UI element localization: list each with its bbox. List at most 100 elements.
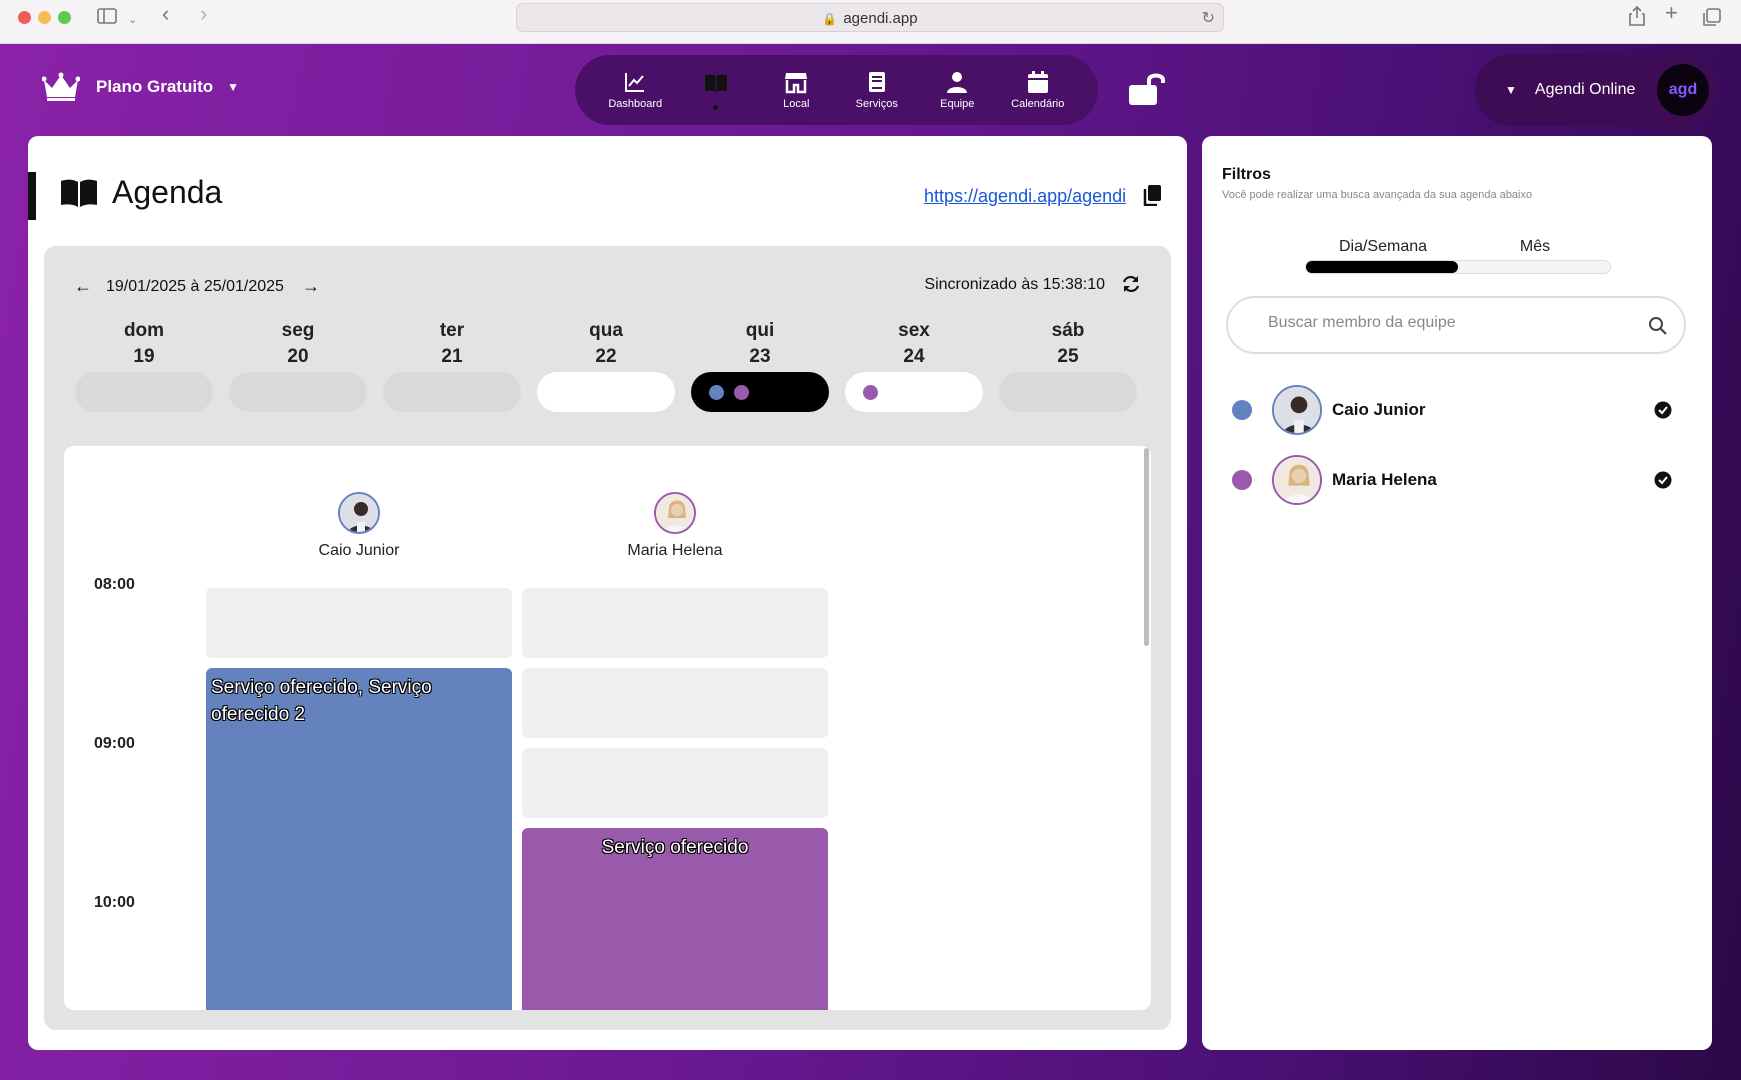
- day-column[interactable]: sex 24: [844, 320, 984, 412]
- day-indicator-pill[interactable]: [229, 372, 367, 412]
- day-indicator-pill[interactable]: [845, 372, 983, 412]
- nav-calendario[interactable]: Calendário: [1003, 70, 1073, 110]
- title-accent-bar: [28, 172, 36, 220]
- filter-member-row[interactable]: Caio Junior: [1232, 384, 1672, 436]
- account-menu[interactable]: ▼ Agendi Online agd: [1475, 54, 1719, 126]
- view-toggle-indicator: [1306, 261, 1458, 273]
- day-number: 19: [133, 346, 155, 367]
- day-column[interactable]: qua 22: [536, 320, 676, 412]
- plan-selector[interactable]: Plano Gratuito ▼: [42, 72, 239, 102]
- caret-down-icon: ▼: [1505, 83, 1517, 97]
- nav-local[interactable]: Local: [761, 70, 831, 110]
- store-icon: [785, 73, 808, 94]
- reload-icon[interactable]: ↻: [1202, 4, 1215, 33]
- day-column[interactable]: qui 23: [690, 320, 830, 412]
- time-slot[interactable]: [522, 668, 828, 738]
- time-slot[interactable]: [522, 588, 828, 658]
- book-icon: [704, 73, 727, 92]
- check-circle-icon[interactable]: [1654, 401, 1672, 419]
- avatar[interactable]: agd: [1657, 64, 1709, 116]
- day-name: seg: [281, 320, 315, 341]
- appointment-event[interactable]: Serviço oferecido, Serviço oferecido 2: [206, 668, 512, 1010]
- day-name: sex: [898, 320, 930, 341]
- filters-title: Filtros: [1222, 166, 1271, 183]
- page-title: Agenda: [112, 174, 223, 210]
- minimize-window-button[interactable]: [38, 11, 51, 24]
- account-name: Agendi Online: [1534, 81, 1636, 98]
- forward-icon[interactable]: ›: [200, 3, 207, 25]
- day-number: 23: [749, 346, 771, 367]
- schedule-member-caio: Caio Junior: [206, 492, 512, 560]
- avatar: [1272, 455, 1322, 505]
- time-slot[interactable]: [522, 748, 828, 818]
- day-name: qui: [745, 320, 775, 341]
- person-icon: [947, 72, 968, 93]
- search-input[interactable]: [1268, 314, 1628, 332]
- back-icon[interactable]: ‹: [162, 3, 169, 25]
- nav-equipe[interactable]: Equipe: [922, 70, 992, 110]
- agenda-public-link[interactable]: https://agendi.app/agendi: [924, 186, 1126, 207]
- appointment-event[interactable]: Serviço oferecido: [522, 828, 828, 1010]
- member-color-dot: [863, 384, 878, 400]
- filters-card: Filtros Você pode realizar uma busca ava…: [1202, 136, 1712, 1050]
- scrollbar[interactable]: [1144, 448, 1149, 646]
- address-bar[interactable]: 🔒 agendi.app ↻: [516, 3, 1224, 32]
- tab-day-week[interactable]: Dia/Semana: [1307, 238, 1459, 256]
- filters-subtitle: Você pode realizar uma busca avançada da…: [1222, 189, 1533, 201]
- crown-icon: [42, 72, 80, 101]
- copy-icon[interactable]: [1143, 184, 1163, 206]
- tab-month[interactable]: Mês: [1459, 238, 1611, 256]
- avatar: [1272, 385, 1322, 435]
- lock-icon: 🔒: [822, 12, 838, 26]
- day-column[interactable]: seg 20: [228, 320, 368, 412]
- search-icon[interactable]: [1648, 316, 1668, 336]
- tabs-overview-icon[interactable]: [1703, 8, 1721, 26]
- close-window-button[interactable]: [18, 11, 31, 24]
- agenda-card: Agenda https://agendi.app/agendi ← 19/01…: [28, 136, 1187, 1050]
- chart-icon: [625, 73, 645, 92]
- day-number: 21: [441, 346, 463, 367]
- time-slot[interactable]: [206, 588, 512, 658]
- maximize-window-button[interactable]: [58, 11, 71, 24]
- view-toggle-track[interactable]: [1305, 260, 1611, 274]
- nav-dashboard[interactable]: Dashboard: [600, 70, 670, 110]
- day-number: 22: [595, 346, 617, 367]
- day-indicator-pill[interactable]: [383, 372, 521, 412]
- sidebar-toggle-icon[interactable]: [97, 8, 117, 24]
- week-days: dom 19 seg 20 ter 21 qua 22 qui 23 sex 24 sáb 25: [74, 320, 1144, 412]
- day-number: 20: [287, 346, 309, 367]
- filter-member-row[interactable]: Maria Helena: [1232, 454, 1672, 506]
- day-indicator-pill[interactable]: [691, 372, 829, 412]
- member-color-dot: [1232, 470, 1252, 490]
- week-range: 19/01/2025 à 25/01/2025: [106, 277, 284, 295]
- check-circle-icon[interactable]: [1654, 471, 1672, 489]
- nav-servicos[interactable]: Serviços: [842, 70, 912, 110]
- book-closed-icon: [868, 72, 885, 92]
- calendar-icon: [1027, 71, 1048, 93]
- member-search: [1226, 296, 1686, 354]
- day-indicator-pill[interactable]: [75, 372, 213, 412]
- day-column[interactable]: sáb 25: [998, 320, 1138, 412]
- day-column[interactable]: dom 19: [74, 320, 214, 412]
- prev-week-arrow-icon[interactable]: ←: [74, 276, 94, 297]
- chevron-down-icon[interactable]: ⌄: [128, 11, 137, 29]
- next-week-arrow-icon[interactable]: →: [302, 276, 322, 297]
- new-tab-icon[interactable]: +: [1665, 2, 1678, 24]
- day-column[interactable]: ter 21: [382, 320, 522, 412]
- member-name: Maria Helena: [1332, 470, 1437, 489]
- unlock-icon[interactable]: [1127, 71, 1167, 107]
- caret-down-icon: ▼: [227, 80, 240, 94]
- book-icon: [61, 179, 97, 207]
- sync-status: Sincronizado às 15:38:10: [924, 276, 1105, 293]
- agenda-panel: ← 19/01/2025 à 25/01/2025 → Sincronizado…: [44, 246, 1171, 1030]
- avatar: [654, 492, 696, 534]
- day-indicator-pill[interactable]: [537, 372, 675, 412]
- plan-label: Plano Gratuito: [96, 77, 214, 96]
- day-name: dom: [123, 320, 165, 341]
- refresh-icon[interactable]: [1121, 274, 1141, 294]
- nav-agenda[interactable]: [681, 71, 751, 110]
- day-indicator-pill[interactable]: [999, 372, 1137, 412]
- schedule-member-maria: Maria Helena: [522, 492, 828, 560]
- time-label: 09:00: [94, 735, 135, 752]
- share-icon[interactable]: [1628, 6, 1646, 26]
